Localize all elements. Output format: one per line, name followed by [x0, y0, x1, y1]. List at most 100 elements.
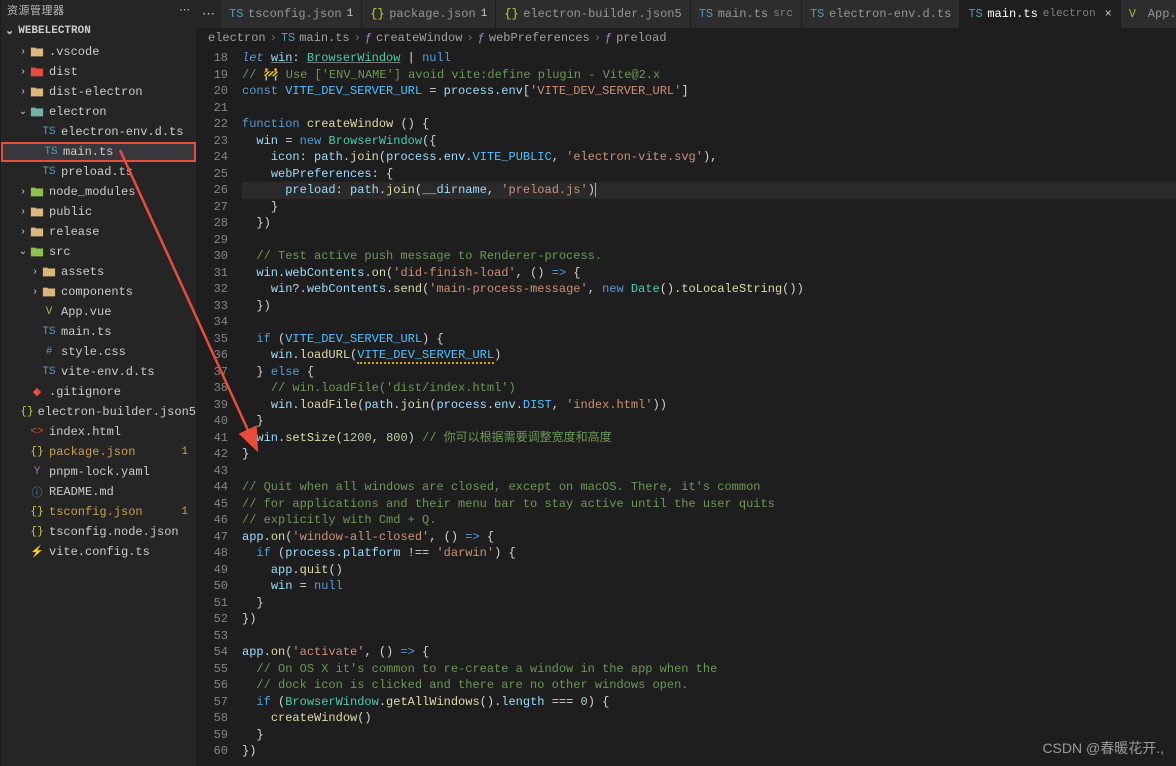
bc-file[interactable]: main.ts [299, 31, 349, 45]
file-tree: ›.vscode›dist›dist-electron⌄electronTSel… [1, 42, 196, 766]
code-line[interactable]: if (BrowserWindow.getAllWindows().length… [242, 694, 1176, 711]
tab[interactable]: {}package.json1 [362, 0, 496, 28]
code-line[interactable]: }) [242, 743, 1176, 760]
project-header[interactable]: ⌄ WEBELECTRON [1, 20, 196, 42]
tree-item[interactable]: ⓘREADME.md [1, 482, 196, 502]
code-line[interactable]: createWindow() [242, 710, 1176, 727]
bc-prop[interactable]: webPreferences [489, 31, 590, 45]
code-line[interactable]: // dock icon is clicked and there are no… [242, 677, 1176, 694]
tab[interactable]: TStsconfig.json1 [221, 0, 362, 28]
tab-label: package.json [389, 7, 475, 21]
code-line[interactable] [242, 314, 1176, 331]
tree-item[interactable]: ›dist-electron [1, 82, 196, 102]
tree-item[interactable]: ◆.gitignore [1, 382, 196, 402]
code-line[interactable]: function createWindow () { [242, 116, 1176, 133]
file-icon: {} [29, 524, 45, 540]
code-line[interactable]: } [242, 595, 1176, 612]
tree-item[interactable]: ›dist [1, 62, 196, 82]
tree-item[interactable]: #style.css [1, 342, 196, 362]
tab[interactable]: TSmain.tselectron× [960, 0, 1120, 28]
chevron-icon: › [29, 287, 41, 298]
code-line[interactable]: icon: path.join(process.env.VITE_PUBLIC,… [242, 149, 1176, 166]
code-line[interactable]: }) [242, 611, 1176, 628]
tree-item[interactable]: {}electron-builder.json5 [1, 402, 196, 422]
more-tabs-icon[interactable]: ⋯ [196, 0, 221, 28]
code-line[interactable]: }) [242, 215, 1176, 232]
tree-item[interactable]: ›.vscode [1, 42, 196, 62]
code-line[interactable]: } [242, 199, 1176, 216]
function-icon: ƒ [478, 31, 485, 45]
tree-item[interactable]: TSelectron-env.d.ts [1, 122, 196, 142]
tab[interactable]: VApp.vue [1121, 0, 1176, 28]
file-icon: <> [29, 424, 45, 440]
code-line[interactable]: win.webContents.on('did-finish-load', ()… [242, 265, 1176, 282]
code-line[interactable]: // On OS X it's common to re-create a wi… [242, 661, 1176, 678]
tree-item[interactable]: TSmain.ts [1, 322, 196, 342]
bc-fn[interactable]: createWindow [376, 31, 462, 45]
code-line[interactable]: let win: BrowserWindow | null [242, 50, 1176, 67]
folder-icon [29, 64, 45, 80]
file-icon: ◆ [29, 384, 45, 400]
code-line[interactable]: const VITE_DEV_SERVER_URL = process.env[… [242, 83, 1176, 100]
code-line[interactable] [242, 232, 1176, 249]
code-line[interactable]: }) [242, 298, 1176, 315]
code-line[interactable]: app.quit() [242, 562, 1176, 579]
more-icon[interactable]: ⋯ [179, 3, 190, 17]
tree-item-label: main.ts [63, 145, 113, 159]
tree-item[interactable]: ⌄electron [1, 102, 196, 122]
bc-folder[interactable]: electron [208, 31, 266, 45]
code-line[interactable]: if (process.platform !== 'darwin') { [242, 545, 1176, 562]
code-line[interactable]: } [242, 413, 1176, 430]
tree-item[interactable]: ›assets [1, 262, 196, 282]
code-line[interactable]: win.loadFile(path.join(process.env.DIST,… [242, 397, 1176, 414]
tab[interactable]: {}electron-builder.json5 [496, 0, 690, 28]
tree-item[interactable]: {}tsconfig.json1 [1, 502, 196, 522]
code-line[interactable]: } [242, 727, 1176, 744]
tab[interactable]: TSmain.tssrc [691, 0, 802, 28]
tree-item[interactable]: <>index.html [1, 422, 196, 442]
code-line[interactable]: win = new BrowserWindow({ [242, 133, 1176, 150]
tab-label: electron-env.d.ts [829, 7, 951, 21]
tree-item-label: tsconfig.node.json [49, 525, 179, 539]
folder-icon [29, 184, 45, 200]
breadcrumbs[interactable]: electron › TS main.ts › ƒ createWindow ›… [196, 28, 1176, 48]
code-line[interactable] [242, 463, 1176, 480]
tree-item[interactable]: ⌄src [1, 242, 196, 262]
code-line[interactable]: } else { [242, 364, 1176, 381]
tree-item[interactable]: ›public [1, 202, 196, 222]
tree-item[interactable]: {} tsconfig.node.json [1, 522, 196, 542]
tree-item[interactable]: TSvite-env.d.ts [1, 362, 196, 382]
code-line[interactable]: } [242, 446, 1176, 463]
code-line[interactable]: // win.loadFile('dist/index.html') [242, 380, 1176, 397]
tree-item[interactable]: ⚡vite.config.ts [1, 542, 196, 562]
tree-item[interactable]: {}package.json1 [1, 442, 196, 462]
code-line[interactable]: // for applications and their menu bar t… [242, 496, 1176, 513]
tree-item[interactable]: ›components [1, 282, 196, 302]
tree-item[interactable]: ›release [1, 222, 196, 242]
code-line[interactable]: win = null [242, 578, 1176, 595]
tree-item[interactable]: TSmain.ts [1, 142, 196, 162]
editor[interactable]: 1819202122232425262728293031323334353637… [196, 48, 1176, 766]
code-line[interactable]: if (VITE_DEV_SERVER_URL) { [242, 331, 1176, 348]
code-line[interactable]: preload: path.join(__dirname, 'preload.j… [242, 182, 1176, 199]
code-line[interactable] [242, 628, 1176, 645]
code-line[interactable] [242, 100, 1176, 117]
code-line[interactable]: webPreferences: { [242, 166, 1176, 183]
code-line[interactable]: // Test active push message to Renderer-… [242, 248, 1176, 265]
code-line[interactable]: win.loadURL(VITE_DEV_SERVER_URL) [242, 347, 1176, 364]
tab[interactable]: TSelectron-env.d.ts [802, 0, 960, 28]
code-line[interactable]: // explicitly with Cmd + Q. [242, 512, 1176, 529]
code-line[interactable]: app.on('window-all-closed', () => { [242, 529, 1176, 546]
tree-item[interactable]: TSpreload.ts [1, 162, 196, 182]
code-line[interactable]: // Quit when all windows are closed, exc… [242, 479, 1176, 496]
code-line[interactable]: win?.webContents.send('main-process-mess… [242, 281, 1176, 298]
tree-item[interactable]: Ypnpm-lock.yaml [1, 462, 196, 482]
code-line[interactable]: // 🚧 Use ['ENV_NAME'] avoid vite:define … [242, 67, 1176, 84]
bc-prop2[interactable]: preload [616, 31, 666, 45]
code-line[interactable]: app.on('activate', () => { [242, 644, 1176, 661]
close-icon[interactable]: × [1105, 7, 1112, 21]
tree-item[interactable]: ›node_modules [1, 182, 196, 202]
code-line[interactable]: win.setSize(1200, 800) // 你可以根据需要调整宽度和高度 [242, 430, 1176, 447]
tree-item[interactable]: VApp.vue [1, 302, 196, 322]
code-area[interactable]: let win: BrowserWindow | null// 🚧 Use ['… [242, 48, 1176, 766]
